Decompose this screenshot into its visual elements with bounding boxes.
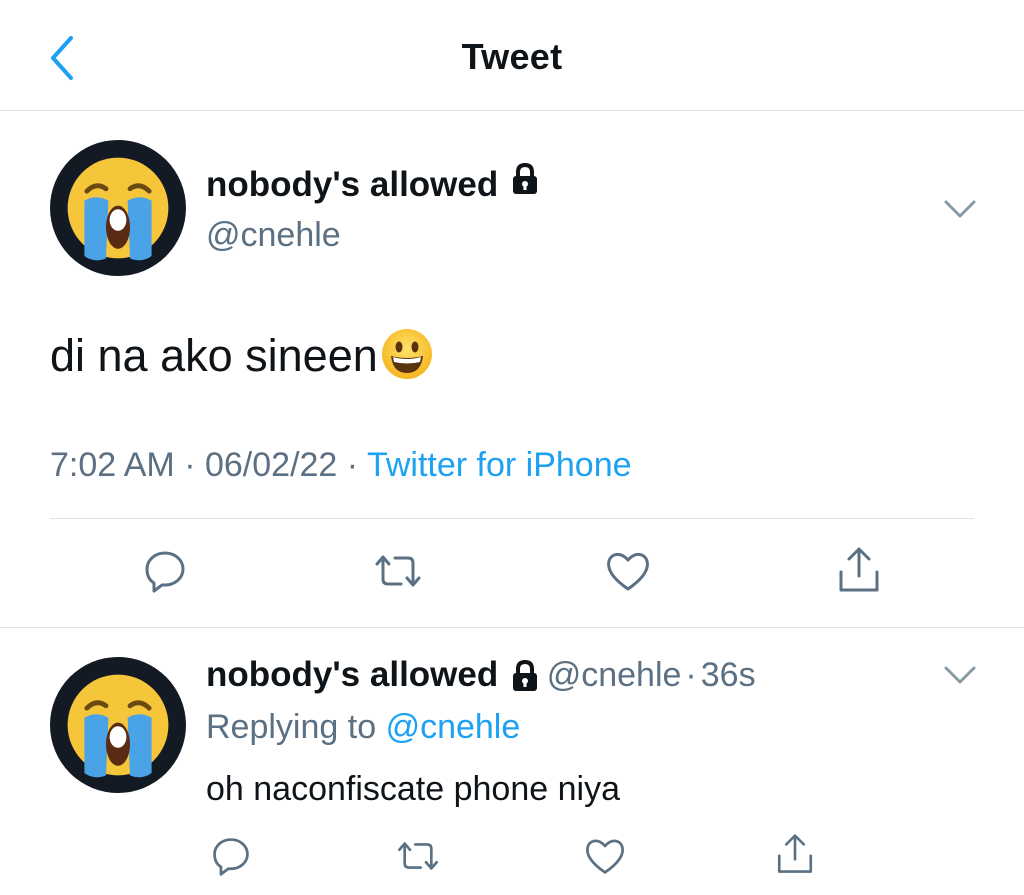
tweet-date: 06/02/22 — [204, 446, 338, 484]
replying-to-label: Replying to — [206, 708, 377, 746]
reply-header: nobody's allowed @cnehle · 36s — [206, 655, 756, 701]
tweet-time: 7:02 AM — [50, 446, 175, 484]
retweet-button[interactable] — [370, 546, 426, 596]
tweet-options-button[interactable] — [942, 194, 978, 224]
meta-divider — [50, 518, 974, 519]
chevron-down-icon — [944, 200, 976, 218]
header-divider — [0, 110, 1024, 111]
share-button[interactable] — [833, 543, 885, 597]
replying-to-link[interactable]: @cnehle — [386, 708, 521, 746]
chevron-down-icon — [944, 666, 976, 684]
retweet-icon — [375, 555, 421, 587]
reply-icon — [145, 551, 185, 593]
reply-options-button[interactable] — [942, 660, 978, 690]
author-handle[interactable]: @cnehle — [206, 216, 341, 255]
reply-button[interactable] — [140, 546, 190, 596]
tweet-text: di na ako sineen — [50, 327, 434, 382]
meta-separator: · — [346, 446, 359, 484]
lock-icon — [508, 659, 542, 698]
heart-icon — [585, 839, 625, 874]
tweet-text-content: di na ako sineen — [50, 330, 378, 381]
like-button[interactable] — [602, 546, 654, 596]
reply-reply-button[interactable] — [208, 834, 254, 878]
lock-icon — [508, 162, 542, 205]
retweet-icon — [398, 842, 438, 870]
avatar[interactable] — [50, 140, 186, 276]
loudly-crying-face-icon — [67, 157, 169, 261]
author-name-text: nobody's allowed — [206, 165, 499, 204]
replying-to-line: Replying to @cnehle — [206, 708, 520, 747]
share-icon — [777, 834, 813, 873]
reply-text: oh naconfiscate phone niya — [206, 770, 620, 808]
reply-share-button[interactable] — [772, 830, 818, 878]
reply-avatar[interactable] — [50, 657, 186, 793]
author-name[interactable]: nobody's allowed — [206, 162, 542, 208]
reply-author-handle[interactable]: @cnehle — [547, 656, 682, 694]
heart-icon — [607, 553, 649, 591]
meta-separator: · — [184, 446, 196, 484]
reply-author-name[interactable]: nobody's allowed — [206, 655, 498, 694]
reply-like-button[interactable] — [582, 834, 628, 878]
reply-icon — [213, 838, 249, 876]
reply-separator: · — [685, 656, 697, 694]
loudly-crying-face-icon — [67, 674, 169, 778]
reply-timestamp[interactable]: 36s — [701, 656, 756, 694]
tweet-source-link[interactable]: Twitter for iPhone — [367, 446, 632, 484]
tweet-meta: 7:02 AM · 06/02/22 · Twitter for iPhone — [50, 446, 632, 485]
reply-retweet-button[interactable] — [393, 834, 443, 878]
page-title: Tweet — [461, 36, 563, 77]
tweet-divider — [0, 627, 1024, 628]
grinning-face-icon — [381, 329, 432, 379]
share-icon — [839, 547, 879, 592]
